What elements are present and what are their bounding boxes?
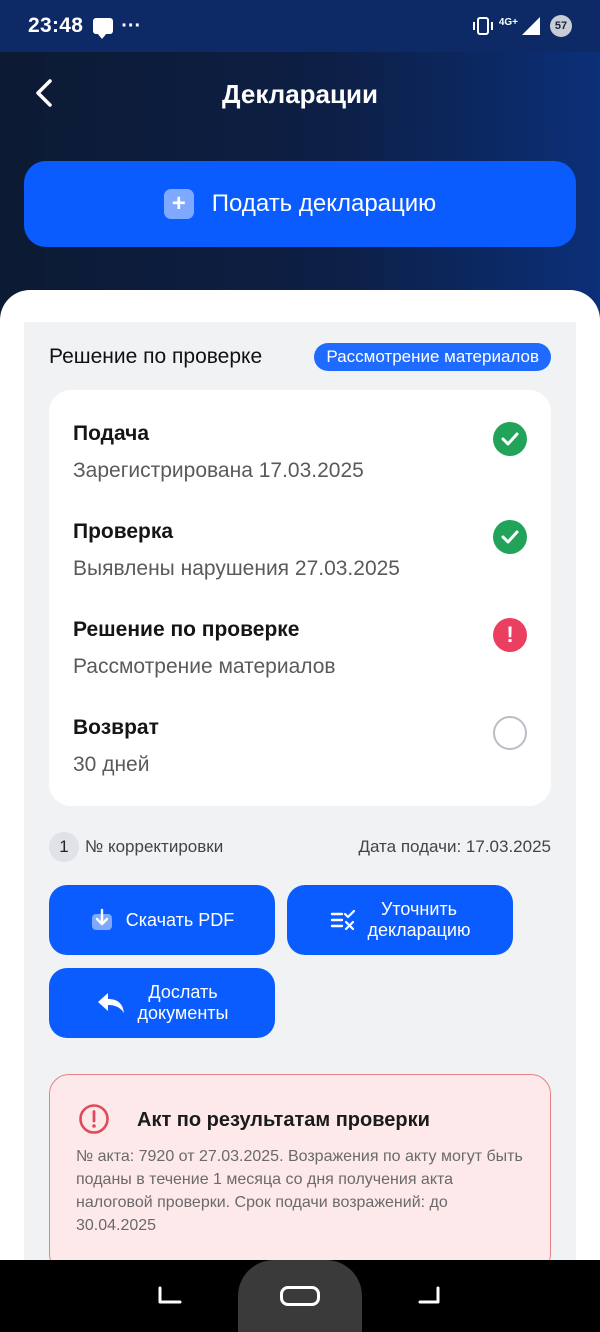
status-right: 4G+ 57 xyxy=(472,15,572,37)
step-check: Проверка Выявлены нарушения 27.03.2025 xyxy=(73,520,527,600)
section-title: Решение по проверке xyxy=(49,345,263,368)
check-icon xyxy=(493,422,527,456)
section-header: Решение по проверке Рассмотрение материа… xyxy=(49,342,551,372)
status-badge: Рассмотрение материалов xyxy=(314,343,551,371)
submit-declaration-button[interactable]: + Подать декларацию xyxy=(24,161,576,247)
system-back-icon[interactable] xyxy=(414,1284,444,1308)
edit-list-icon xyxy=(330,909,355,931)
send-line-2: документы xyxy=(137,1003,229,1023)
send-documents-label: Дослать документы xyxy=(138,982,229,1024)
download-icon xyxy=(91,908,112,930)
page-title: Декларации xyxy=(222,78,378,109)
content-sheet: Решение по проверке Рассмотрение материа… xyxy=(0,290,600,1332)
correction-label: № корректировки xyxy=(85,837,224,856)
system-nav-bar xyxy=(0,1260,600,1332)
reply-icon xyxy=(97,993,124,1013)
correction-number: 1 xyxy=(49,832,79,862)
submit-declaration-label: Подать декларацию xyxy=(211,190,437,217)
exclamation-icon: ! xyxy=(493,618,527,652)
step-subtitle: Зарегистрирована 17.03.2025 xyxy=(73,459,364,482)
pending-circle-icon xyxy=(493,716,527,750)
vibrate-icon xyxy=(472,17,493,35)
battery-level: 57 xyxy=(550,15,572,37)
progress-steps: Подача Зарегистрирована 17.03.2025 Прове… xyxy=(49,390,551,806)
step-refund: Возврат 30 дней xyxy=(73,716,527,796)
back-arrow-icon[interactable] xyxy=(30,78,60,108)
refine-declaration-button[interactable]: Уточнить декларацию xyxy=(287,885,513,955)
refine-line-1: Уточнить xyxy=(380,899,458,919)
submit-date: Дата подачи: 17.03.2025 xyxy=(358,837,551,856)
download-pdf-button[interactable]: Скачать PDF xyxy=(49,885,275,955)
signal-icon: 4G+ xyxy=(499,17,540,35)
network-type: 4G+ xyxy=(498,17,518,28)
step-subtitle: 30 дней xyxy=(73,753,150,776)
download-pdf-label: Скачать PDF xyxy=(125,909,235,930)
step-title: Решение по проверке xyxy=(73,618,300,641)
status-bar: 23:48 ··· 4G+ 57 xyxy=(0,0,600,52)
message-icon xyxy=(93,18,114,39)
alert-body: № акта: 7920 от 27.03.2025. Возражения п… xyxy=(76,1148,523,1234)
plus-icon: + xyxy=(163,189,194,219)
check-icon xyxy=(493,520,527,554)
step-submission: Подача Зарегистрирована 17.03.2025 xyxy=(73,422,527,502)
declaration-meta: 1 № корректировки Дата подачи: 17.03.202… xyxy=(49,832,551,862)
step-subtitle: Рассмотрение материалов xyxy=(73,655,336,678)
step-title: Возврат xyxy=(73,716,159,739)
home-button[interactable] xyxy=(238,1260,362,1332)
more-notifications-icon: ··· xyxy=(121,15,142,37)
send-documents-button[interactable]: Дослать документы xyxy=(49,968,275,1038)
step-title: Проверка xyxy=(73,520,174,543)
signal-bars-icon xyxy=(522,17,540,35)
alert-title: Акт по результатам проверки xyxy=(137,1109,430,1131)
alert-circle-icon xyxy=(79,1104,109,1134)
declaration-card: Решение по проверке Рассмотрение материа… xyxy=(24,322,576,1274)
correction-info: 1 № корректировки xyxy=(49,832,223,862)
inspection-act-alert: Акт по результатам проверки № акта: 7920… xyxy=(49,1074,551,1274)
app-header: Декларации xyxy=(0,62,600,126)
home-icon xyxy=(280,1286,320,1306)
status-time: 23:48 xyxy=(28,14,84,37)
step-subtitle: Выявлены нарушения 27.03.2025 xyxy=(73,557,400,580)
step-title: Подача xyxy=(73,422,150,445)
step-decision: Решение по проверке Рассмотрение материа… xyxy=(73,618,527,698)
refine-line-2: декларацию xyxy=(367,920,471,940)
send-line-1: Дослать xyxy=(148,982,218,1002)
recents-icon[interactable] xyxy=(154,1284,184,1308)
refine-declaration-label: Уточнить декларацию xyxy=(368,899,471,941)
